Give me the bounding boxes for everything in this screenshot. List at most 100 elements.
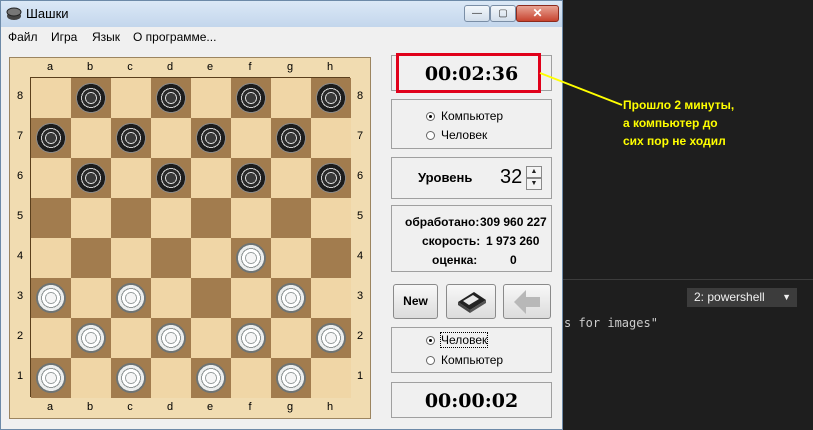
square-e8[interactable]: [191, 78, 231, 118]
menu-file[interactable]: Файл: [8, 30, 38, 44]
square-f5[interactable]: [231, 198, 271, 238]
square-f1[interactable]: [231, 358, 271, 398]
square-c1[interactable]: [111, 358, 151, 398]
minimize-button[interactable]: —: [464, 5, 490, 22]
square-h4[interactable]: [311, 238, 351, 278]
title-bar[interactable]: Шашки — ▢ ✕: [1, 1, 562, 27]
square-e3[interactable]: [191, 278, 231, 318]
square-g2[interactable]: [271, 318, 311, 358]
square-d2[interactable]: [151, 318, 191, 358]
black-checker[interactable]: [276, 123, 306, 153]
square-b5[interactable]: [71, 198, 111, 238]
square-g1[interactable]: [271, 358, 311, 398]
square-d4[interactable]: [151, 238, 191, 278]
white-checker[interactable]: [276, 283, 306, 313]
square-e5[interactable]: [191, 198, 231, 238]
square-g6[interactable]: [271, 158, 311, 198]
square-d8[interactable]: [151, 78, 191, 118]
square-a1[interactable]: [31, 358, 71, 398]
square-e2[interactable]: [191, 318, 231, 358]
black-checker[interactable]: [156, 83, 186, 113]
black-checker[interactable]: [76, 163, 106, 193]
square-d5[interactable]: [151, 198, 191, 238]
square-e1[interactable]: [191, 358, 231, 398]
menu-language[interactable]: Язык: [92, 30, 120, 44]
square-d1[interactable]: [151, 358, 191, 398]
new-game-button[interactable]: New: [393, 284, 438, 319]
black-checker[interactable]: [316, 83, 346, 113]
square-c3[interactable]: [111, 278, 151, 318]
close-button[interactable]: ✕: [516, 5, 559, 22]
level-decrease-button[interactable]: ▼: [526, 178, 542, 190]
black-checker[interactable]: [36, 123, 66, 153]
square-d7[interactable]: [151, 118, 191, 158]
white-checker[interactable]: [76, 323, 106, 353]
square-b2[interactable]: [71, 318, 111, 358]
save-button[interactable]: [446, 284, 496, 319]
white-checker[interactable]: [316, 323, 346, 353]
square-a5[interactable]: [31, 198, 71, 238]
square-c2[interactable]: [111, 318, 151, 358]
square-b3[interactable]: [71, 278, 111, 318]
square-c6[interactable]: [111, 158, 151, 198]
white-checker[interactable]: [236, 243, 266, 273]
white-checker[interactable]: [156, 323, 186, 353]
black-checker[interactable]: [76, 83, 106, 113]
square-c8[interactable]: [111, 78, 151, 118]
top-player-computer-option[interactable]: Компьютер: [426, 109, 503, 123]
black-checker[interactable]: [236, 163, 266, 193]
square-h1[interactable]: [311, 358, 351, 398]
square-a8[interactable]: [31, 78, 71, 118]
square-c4[interactable]: [111, 238, 151, 278]
square-b1[interactable]: [71, 358, 111, 398]
bottom-player-human-option[interactable]: Человек: [426, 332, 489, 348]
square-d6[interactable]: [151, 158, 191, 198]
square-h3[interactable]: [311, 278, 351, 318]
white-checker[interactable]: [196, 363, 226, 393]
white-checker[interactable]: [36, 283, 66, 313]
square-b7[interactable]: [71, 118, 111, 158]
checkers-board[interactable]: [30, 77, 351, 398]
square-g3[interactable]: [271, 278, 311, 318]
black-checker[interactable]: [156, 163, 186, 193]
square-f2[interactable]: [231, 318, 271, 358]
square-e4[interactable]: [191, 238, 231, 278]
square-h7[interactable]: [311, 118, 351, 158]
square-a4[interactable]: [31, 238, 71, 278]
square-h8[interactable]: [311, 78, 351, 118]
square-f7[interactable]: [231, 118, 271, 158]
square-g5[interactable]: [271, 198, 311, 238]
square-f4[interactable]: [231, 238, 271, 278]
black-checker[interactable]: [116, 123, 146, 153]
square-c5[interactable]: [111, 198, 151, 238]
square-h5[interactable]: [311, 198, 351, 238]
square-a3[interactable]: [31, 278, 71, 318]
undo-button[interactable]: [503, 284, 551, 319]
square-f8[interactable]: [231, 78, 271, 118]
maximize-button[interactable]: ▢: [490, 5, 516, 22]
white-checker[interactable]: [276, 363, 306, 393]
menu-game[interactable]: Игра: [51, 30, 77, 44]
level-increase-button[interactable]: ▲: [526, 166, 542, 178]
white-checker[interactable]: [116, 283, 146, 313]
square-b8[interactable]: [71, 78, 111, 118]
white-checker[interactable]: [116, 363, 146, 393]
square-d3[interactable]: [151, 278, 191, 318]
square-c7[interactable]: [111, 118, 151, 158]
square-h2[interactable]: [311, 318, 351, 358]
level-value[interactable]: 32: [500, 166, 522, 189]
square-a2[interactable]: [31, 318, 71, 358]
square-a7[interactable]: [31, 118, 71, 158]
square-g8[interactable]: [271, 78, 311, 118]
white-checker[interactable]: [236, 323, 266, 353]
square-e7[interactable]: [191, 118, 231, 158]
square-a6[interactable]: [31, 158, 71, 198]
square-f3[interactable]: [231, 278, 271, 318]
top-player-human-option[interactable]: Человек: [426, 128, 487, 142]
white-checker[interactable]: [36, 363, 66, 393]
square-g4[interactable]: [271, 238, 311, 278]
square-b6[interactable]: [71, 158, 111, 198]
square-g7[interactable]: [271, 118, 311, 158]
black-checker[interactable]: [196, 123, 226, 153]
square-e6[interactable]: [191, 158, 231, 198]
